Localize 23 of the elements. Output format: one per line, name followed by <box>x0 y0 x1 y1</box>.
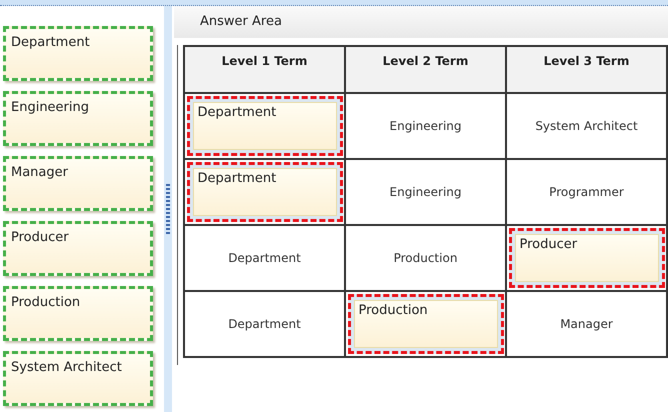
table-cell-text: Production <box>394 250 458 267</box>
placed-answer-tile[interactable]: Producer <box>508 228 664 288</box>
placed-answer-tile[interactable]: Department <box>186 96 342 156</box>
answer-tile[interactable]: Production <box>3 286 153 341</box>
column-header: Level 2 Term <box>346 47 507 94</box>
placed-answer-tile[interactable]: Department <box>186 162 342 222</box>
table-cell-text: Department <box>228 316 301 333</box>
table-cell-text: Engineering <box>390 118 462 135</box>
answer-tile[interactable]: System Architect <box>3 351 153 406</box>
column-header: Level 1 Term <box>185 47 346 94</box>
splitter-handle[interactable] <box>166 184 170 234</box>
table-cell-text: System Architect <box>535 118 638 135</box>
answer-tile[interactable]: Producer <box>3 221 153 276</box>
column-header: Level 3 Term <box>507 47 668 94</box>
answer-tile[interactable]: Manager <box>3 156 153 211</box>
answer-tile[interactable]: Department <box>3 26 153 81</box>
table-cell-text: Manager <box>560 316 613 333</box>
table-cell-text: Programmer <box>549 184 624 201</box>
answer-tile[interactable]: Engineering <box>3 91 153 146</box>
placed-answer-tile[interactable]: Production <box>348 294 504 354</box>
answer-area-title: Answer Area <box>200 13 282 32</box>
table-cell-text: Engineering <box>390 184 462 201</box>
table-cell-text: Department <box>228 250 301 267</box>
